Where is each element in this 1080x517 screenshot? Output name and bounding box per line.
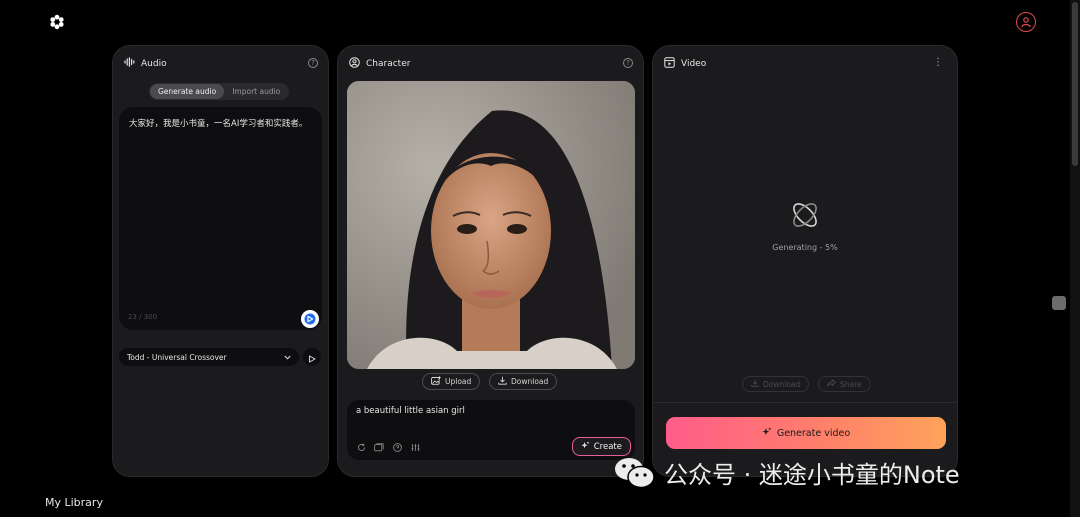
play-icon <box>308 348 316 367</box>
wechat-icon <box>614 456 656 490</box>
prompt-toolbar <box>356 442 420 452</box>
download-button[interactable]: Download <box>489 373 558 390</box>
audio-panel: Audio ? Generate audio Import audio 大家好，… <box>112 45 329 477</box>
video-download-label: Download <box>763 379 801 389</box>
character-title: Character <box>366 59 411 69</box>
tab-generate-audio[interactable]: Generate audio <box>150 84 225 99</box>
waveform-icon <box>124 57 135 70</box>
voice-select[interactable]: Todd - Universal Crossover <box>119 348 299 366</box>
page-scrollbar[interactable] <box>1070 0 1080 517</box>
audio-title: Audio <box>141 58 167 69</box>
create-button[interactable]: Create <box>571 437 631 456</box>
char-count: 23 / 300 <box>128 313 158 321</box>
share-label: Share <box>840 379 862 389</box>
video-download-button[interactable]: Download <box>742 376 810 392</box>
download-icon <box>751 379 759 389</box>
loading-spinner-icon <box>788 198 822 232</box>
divider <box>653 402 957 403</box>
chevron-down-icon <box>284 353 291 362</box>
audio-script-input[interactable]: 大家好，我是小书童，一名AI学习者和实践者。 23 / 300 <box>119 107 322 330</box>
image-upload-icon <box>431 376 441 387</box>
upload-button[interactable]: Upload <box>422 373 481 390</box>
sparkle-icon <box>762 426 772 440</box>
share-button[interactable]: Share <box>818 376 871 392</box>
video-panel: Video ⋮ Generating - 5% Download Share G… <box>652 45 958 477</box>
create-label: Create <box>593 441 622 452</box>
refresh-icon[interactable] <box>356 442 366 452</box>
upload-label: Upload <box>445 377 472 386</box>
character-prompt-input[interactable]: a beautiful little asian girl Create <box>347 400 635 460</box>
download-icon <box>498 376 507 387</box>
app-logo-icon[interactable] <box>49 14 65 30</box>
help-circle-icon[interactable] <box>392 442 402 452</box>
character-prompt-text[interactable]: a beautiful little asian girl <box>356 406 626 416</box>
sliders-icon[interactable] <box>410 442 420 452</box>
character-panel-header: Character <box>349 57 410 71</box>
image-gallery-icon[interactable] <box>374 442 384 452</box>
more-options-icon[interactable]: ⋮ <box>933 58 943 68</box>
video-panel-header: Video <box>664 57 706 71</box>
video-title: Video <box>681 59 707 69</box>
sparkle-icon <box>581 440 590 453</box>
ai-enhance-icon[interactable] <box>301 310 319 328</box>
audio-mode-toggle: Generate audio Import audio <box>149 83 290 100</box>
audio-panel-header: Audio <box>124 57 167 70</box>
character-help-icon[interactable]: ? <box>623 58 633 68</box>
share-icon <box>827 379 836 389</box>
generation-status: Generating - 5% <box>772 243 838 252</box>
video-icon <box>664 57 675 71</box>
scrollbar-thumb[interactable] <box>1072 2 1078 166</box>
audio-script-text[interactable]: 大家好，我是小书童，一名AI学习者和实践者。 <box>129 117 312 131</box>
side-widget-icon[interactable] <box>1052 296 1066 310</box>
my-library-heading: My Library <box>45 496 103 509</box>
tab-import-audio[interactable]: Import audio <box>224 84 288 99</box>
download-label: Download <box>511 377 549 386</box>
play-voice-button[interactable] <box>303 348 321 366</box>
wechat-watermark: 公众号 · 迷途小书童的Note <box>614 455 960 490</box>
user-circle-icon <box>349 57 360 71</box>
watermark-text: 公众号 · 迷途小书童的Note <box>664 461 960 489</box>
audio-help-icon[interactable]: ? <box>308 58 318 68</box>
generate-video-label: Generate video <box>776 427 851 439</box>
user-avatar-icon[interactable] <box>1016 12 1036 32</box>
character-portrait-image <box>347 81 635 369</box>
generate-video-button[interactable]: Generate video <box>666 417 946 449</box>
character-panel: Character ? Upload Download a beautiful … <box>337 45 644 477</box>
voice-select-value: Todd - Universal Crossover <box>127 352 227 362</box>
